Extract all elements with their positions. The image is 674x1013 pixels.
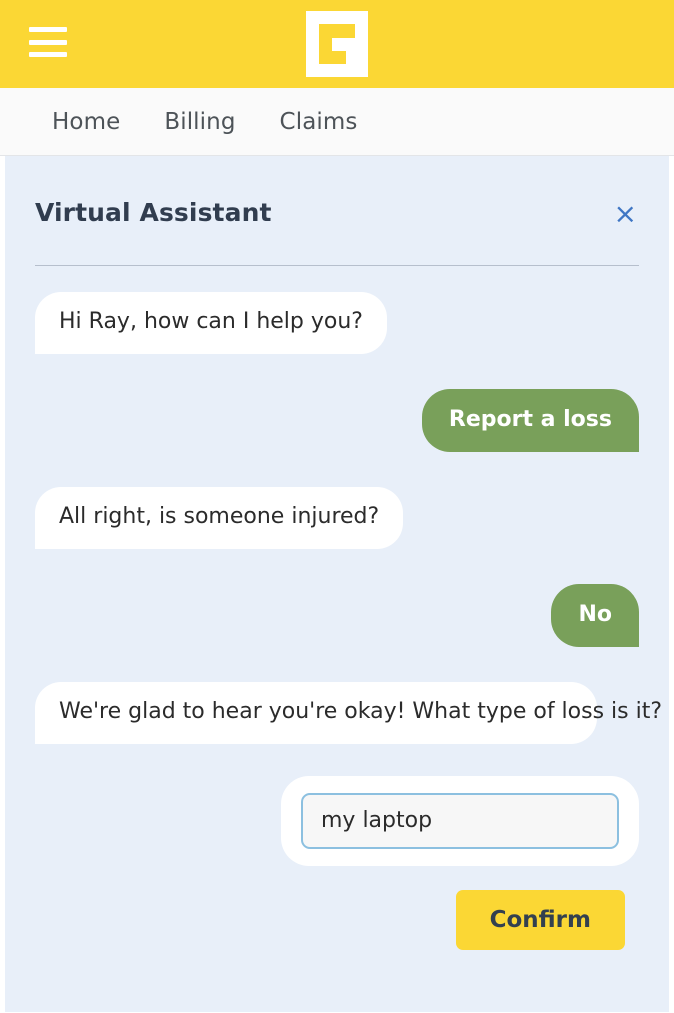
hamburger-bar-2: [29, 39, 67, 45]
virtual-assistant-panel: Virtual Assistant × Hi Ray, how can I he…: [0, 156, 674, 1012]
chat-thread: Hi Ray, how can I help you? Report a los…: [35, 266, 662, 950]
confirm-button-row: Confirm: [35, 889, 639, 950]
page-title: Virtual Assistant: [35, 198, 272, 227]
bot-message-bubble: All right, is someone injured?: [35, 487, 404, 549]
assistant-header: Virtual Assistant ×: [35, 156, 639, 228]
user-message-bubble: Report a loss: [421, 388, 639, 453]
hamburger-menu-icon[interactable]: [29, 27, 67, 57]
close-icon[interactable]: ×: [612, 200, 639, 228]
message-row-bot: All right, is someone injured?: [35, 487, 639, 549]
brand-g-logo-icon[interactable]: [306, 11, 368, 77]
message-row-user: No: [35, 583, 639, 648]
app-header: [0, 0, 674, 88]
message-row-bot: Hi Ray, how can I help you?: [35, 292, 639, 354]
nav-link-home[interactable]: Home: [52, 109, 120, 135]
nav-link-billing[interactable]: Billing: [164, 109, 235, 135]
nav-link-claims[interactable]: Claims: [280, 109, 358, 135]
message-row-bot: We're glad to hear you're okay! What typ…: [35, 682, 662, 744]
answer-input[interactable]: [301, 792, 619, 849]
bot-message-bubble: Hi Ray, how can I help you?: [35, 292, 387, 354]
hamburger-bar-3: [29, 52, 67, 57]
bot-message-bubble: We're glad to hear you're okay! What typ…: [35, 682, 662, 744]
secondary-nav: Home Billing Claims: [0, 88, 674, 156]
answer-input-capsule: [281, 775, 639, 866]
answer-input-row: [35, 775, 639, 866]
confirm-button[interactable]: Confirm: [455, 889, 625, 950]
hamburger-bar-1: [29, 27, 67, 32]
user-message-bubble: No: [551, 583, 639, 648]
message-row-user: Report a loss: [35, 388, 639, 453]
